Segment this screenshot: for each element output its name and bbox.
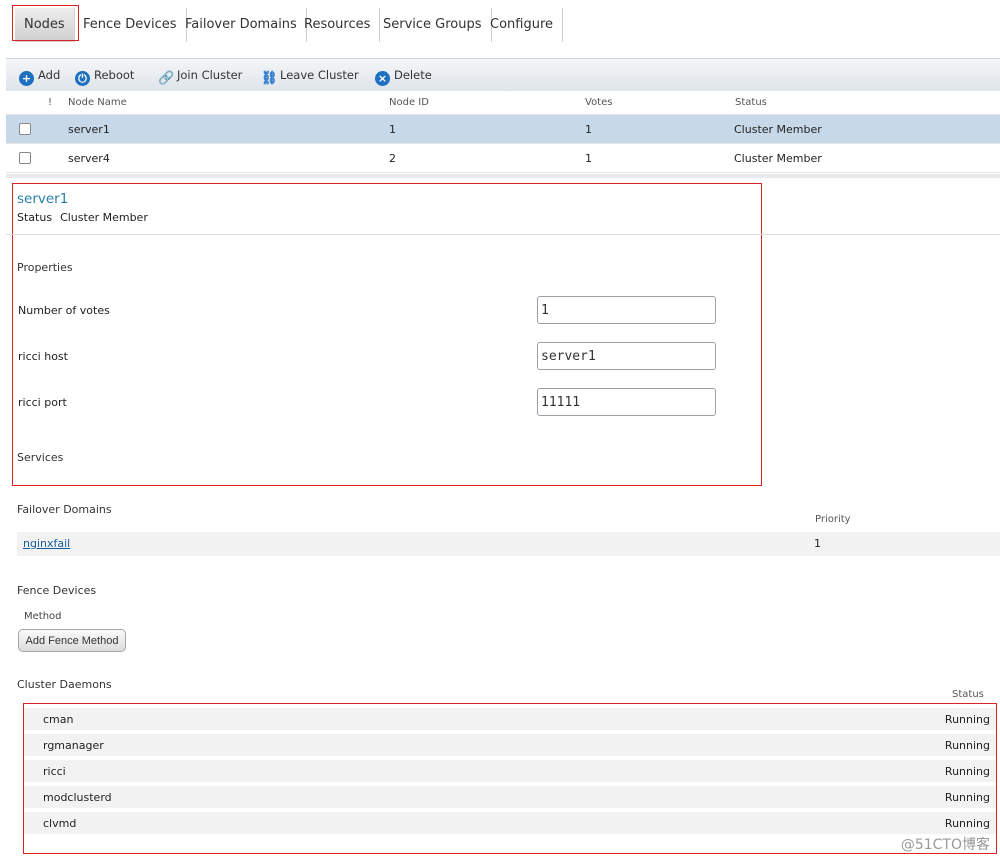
status-label: Status xyxy=(17,211,53,224)
section-divider xyxy=(6,174,1000,178)
services-heading: Services xyxy=(17,451,64,464)
watermark: @51CTO博客 xyxy=(900,837,990,853)
failover-domain-priority: 1 xyxy=(814,537,821,550)
daemon-name: ricci xyxy=(43,765,66,778)
node-id: 1 xyxy=(389,122,396,136)
join-cluster-label: Join Cluster xyxy=(177,68,243,82)
table-row[interactable]: server4 2 1 Cluster Member xyxy=(6,144,1000,173)
daemon-row: rgmanager Running xyxy=(24,734,996,756)
node-id-column-header[interactable]: Node ID xyxy=(389,90,429,114)
failover-domain-link[interactable]: nginxfail xyxy=(23,537,70,550)
tab-resources[interactable]: Resources xyxy=(295,8,381,42)
delete-label: Delete xyxy=(394,68,432,82)
daemon-status: Running xyxy=(944,713,990,726)
daemon-row: ricci Running xyxy=(24,760,996,782)
daemon-row: cman Running xyxy=(24,708,996,730)
node-votes: 1 xyxy=(585,122,592,136)
tab-fence-devices[interactable]: Fence Devices xyxy=(74,8,187,42)
highlight-frame xyxy=(12,5,79,41)
add-fence-method-button[interactable]: Add Fence Method xyxy=(18,629,126,652)
power-icon: ⏻ xyxy=(75,71,90,86)
node-name: server1 xyxy=(68,122,110,136)
tab-failover-domains[interactable]: Failover Domains xyxy=(176,8,307,42)
daemon-row: modclusterd Running xyxy=(24,786,996,808)
status-column-header[interactable]: Status xyxy=(735,90,767,114)
node-name: server4 xyxy=(68,151,110,165)
daemon-status: Running xyxy=(944,739,990,752)
status-value: Cluster Member xyxy=(60,211,148,224)
node-toolbar: + Add ⏻ Reboot 🔗 Join Cluster ⛓ Leave Cluste… xyxy=(6,58,1000,91)
divider xyxy=(6,234,1000,235)
reboot-button[interactable]: ⏻ Reboot xyxy=(75,67,135,86)
node-status: Cluster Member xyxy=(734,122,822,136)
tab-service-groups[interactable]: Service Groups xyxy=(374,8,492,42)
ricci-port-label: ricci port xyxy=(18,396,67,409)
daemon-status: Running xyxy=(944,765,990,778)
leave-cluster-label: Leave Cluster xyxy=(280,68,359,82)
node-detail-title: server1 xyxy=(17,191,69,207)
flag-column-header: ! xyxy=(48,96,53,108)
daemon-name: rgmanager xyxy=(43,739,104,752)
table-row[interactable]: server1 1 1 Cluster Member xyxy=(6,115,1000,144)
reboot-label: Reboot xyxy=(94,68,135,82)
daemon-status: Running xyxy=(944,791,990,804)
method-label: Method xyxy=(24,611,62,622)
link-icon: 🔗 xyxy=(158,71,175,86)
daemon-name: clvmd xyxy=(43,817,77,830)
daemon-name: modclusterd xyxy=(43,791,112,804)
node-id: 2 xyxy=(389,151,396,165)
daemon-status: Running xyxy=(944,817,990,830)
close-icon: × xyxy=(375,71,390,86)
highlight-frame xyxy=(12,183,762,486)
daemon-row: clvmd Running xyxy=(24,812,996,834)
votes-label: Number of votes xyxy=(18,304,110,317)
node-table: ! Node Name Node ID Votes Status server1… xyxy=(6,90,1000,173)
join-cluster-button[interactable]: 🔗 Join Cluster xyxy=(158,67,243,86)
properties-heading: Properties xyxy=(17,261,73,274)
plus-icon: + xyxy=(19,71,34,86)
votes-input[interactable] xyxy=(537,296,716,324)
row-checkbox[interactable] xyxy=(19,144,31,172)
priority-column-header: Priority xyxy=(815,514,851,525)
node-votes: 1 xyxy=(585,151,592,165)
leave-cluster-button[interactable]: ⛓ Leave Cluster xyxy=(261,67,359,86)
failover-domains-heading: Failover Domains xyxy=(17,503,112,516)
fence-devices-heading: Fence Devices xyxy=(17,584,97,597)
votes-column-header[interactable]: Votes xyxy=(585,90,612,114)
top-tab-bar: Nodes Fence Devices Failover Domains Res… xyxy=(0,0,1000,52)
ricci-port-input[interactable] xyxy=(537,388,716,416)
failover-domain-row: nginxfail 1 xyxy=(17,532,1000,556)
ricci-host-input[interactable] xyxy=(537,342,716,370)
add-label: Add xyxy=(38,68,61,82)
node-status: Cluster Member xyxy=(734,151,822,165)
table-header: ! Node Name Node ID Votes Status xyxy=(6,90,1000,115)
daemon-name: cman xyxy=(43,713,74,726)
node-status-line: Status Cluster Member xyxy=(17,211,156,224)
tab-configure[interactable]: Configure xyxy=(481,8,564,42)
row-checkbox[interactable] xyxy=(19,115,31,143)
daemon-status-column-header: Status xyxy=(952,689,984,700)
cluster-daemons-heading: Cluster Daemons xyxy=(17,678,112,691)
broken-link-icon: ⛓ xyxy=(261,71,278,86)
ricci-host-label: ricci host xyxy=(18,350,68,363)
add-button[interactable]: + Add xyxy=(19,67,61,86)
node-name-column-header[interactable]: Node Name xyxy=(68,90,127,114)
delete-button[interactable]: × Delete xyxy=(375,67,432,86)
